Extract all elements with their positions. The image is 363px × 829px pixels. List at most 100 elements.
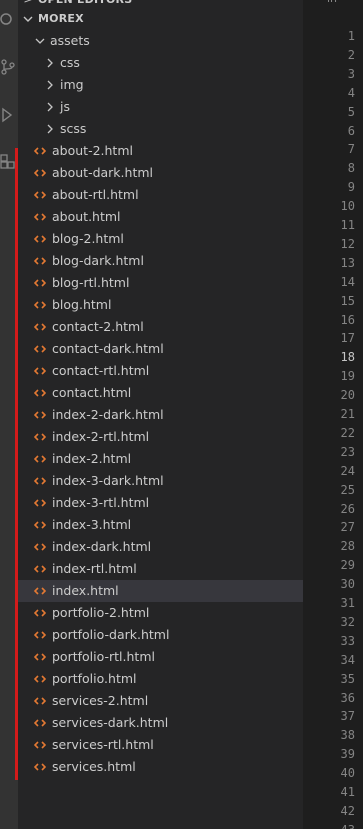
line-number: 11 [340, 218, 355, 232]
line-number: 27 [340, 520, 355, 535]
tree-file[interactable]: services-rtl.html [18, 734, 303, 756]
tree-folder[interactable]: css [18, 52, 303, 74]
tree-file-label: index-rtl.html [52, 561, 137, 576]
tree-file-label: contact-2.html [52, 319, 144, 334]
tree-file-label: blog-rtl.html [52, 275, 130, 290]
line-number: 41 [340, 785, 355, 799]
line-number: 37 [340, 709, 355, 724]
tree-file[interactable]: blog-dark.html [18, 250, 303, 272]
tree-file[interactable]: index-rtl.html [18, 558, 303, 580]
run-debug-icon[interactable] [0, 104, 18, 126]
line-number: 4 [347, 85, 355, 100]
tree-file[interactable]: services.html [18, 756, 303, 778]
line-number: 24 [340, 463, 355, 478]
line-number: 34 [340, 652, 355, 667]
tree-folder[interactable]: assets [18, 30, 303, 52]
line-number: 32 [340, 614, 355, 629]
tree-folder-label: img [60, 77, 84, 92]
tree-file[interactable]: about.html [18, 206, 303, 228]
search-icon[interactable] [0, 8, 18, 30]
tree-file-label: blog.html [52, 297, 112, 312]
tree-file-label: index-2-dark.html [52, 407, 164, 422]
tree-file[interactable]: portfolio-rtl.html [18, 646, 303, 668]
tree-file[interactable]: contact-dark.html [18, 338, 303, 360]
tree-file-label: contact.html [52, 385, 132, 400]
line-number: 25 [340, 482, 355, 497]
chevron-down-icon [34, 30, 46, 52]
tree-file[interactable]: index-3.html [18, 514, 303, 536]
tree-file[interactable]: blog-rtl.html [18, 272, 303, 294]
line-number: 5 [347, 104, 355, 119]
tree-file[interactable]: contact.html [18, 382, 303, 404]
tree-file-label: services-2.html [52, 693, 149, 708]
chevron-down-icon [22, 8, 34, 30]
tree-file-label: about.html [52, 209, 121, 224]
line-number: 33 [340, 633, 355, 648]
line-number: 30 [340, 577, 355, 592]
tree-file-label: about-2.html [52, 143, 133, 158]
tree-file-label: services-dark.html [52, 715, 169, 730]
line-number: 39 [340, 747, 355, 762]
line-number: 7 [347, 142, 355, 157]
tree-file-label: blog-dark.html [52, 253, 144, 268]
line-number: 26 [340, 501, 355, 516]
tree-file[interactable]: index.html [18, 580, 303, 602]
tree-file-label: services-rtl.html [52, 737, 154, 752]
tree-file[interactable]: index-3-rtl.html [18, 492, 303, 514]
tree-file-label: services.html [52, 759, 136, 774]
tree-folder[interactable]: js [18, 96, 303, 118]
tree-file-label: contact-dark.html [52, 341, 164, 356]
tree-folder[interactable]: img [18, 74, 303, 96]
tree-file[interactable]: services-dark.html [18, 712, 303, 734]
line-number: 14 [340, 274, 355, 289]
tree-file-label: index-3-dark.html [52, 473, 164, 488]
line-number: 19 [340, 369, 355, 384]
line-number: 10 [340, 199, 355, 214]
explorer-sidebar: > OPEN EDITORS MOREX assetscssimgjsscssa… [18, 0, 303, 829]
line-number: 22 [340, 425, 355, 440]
tree-file-label: about-dark.html [52, 165, 153, 180]
line-number: 6 [347, 123, 355, 138]
line-number: 16 [340, 312, 355, 327]
line-number: 8 [347, 161, 355, 176]
editor-tab-label[interactable]: in [327, 0, 337, 5]
tree-file-label: index-2-rtl.html [52, 429, 150, 444]
tree-file-label: index-2.html [52, 451, 132, 466]
tree-file[interactable]: about-dark.html [18, 162, 303, 184]
tree-file[interactable]: portfolio-2.html [18, 602, 303, 624]
tree-file-label: about-rtl.html [52, 187, 139, 202]
tree-file[interactable]: index-3-dark.html [18, 470, 303, 492]
tree-file-label: index.html [52, 583, 119, 598]
project-header[interactable]: MOREX [18, 8, 303, 30]
tree-file[interactable]: portfolio.html [18, 668, 303, 690]
line-number: 38 [340, 728, 355, 743]
tree-folder-label: scss [60, 121, 87, 136]
tree-folder-label: css [60, 55, 80, 70]
tree-file[interactable]: contact-rtl.html [18, 360, 303, 382]
tree-file[interactable]: about-rtl.html [18, 184, 303, 206]
tree-file-label: blog-2.html [52, 231, 124, 246]
line-number: 3 [347, 66, 355, 81]
line-number: 13 [340, 255, 355, 270]
line-number: 29 [340, 558, 355, 573]
source-control-icon[interactable] [0, 56, 18, 78]
line-number: 42 [340, 803, 355, 818]
chevron-right-icon [44, 118, 56, 140]
tree-file-label: index-dark.html [52, 539, 152, 554]
project-title: MOREX [38, 12, 84, 25]
tree-file[interactable]: blog.html [18, 294, 303, 316]
tree-file[interactable]: index-dark.html [18, 536, 303, 558]
line-number: 23 [340, 444, 355, 459]
tree-file[interactable]: index-2.html [18, 448, 303, 470]
tree-file[interactable]: index-2-rtl.html [18, 426, 303, 448]
tree-folder[interactable]: scss [18, 118, 303, 140]
chevron-right-icon [44, 96, 56, 118]
tree-file[interactable]: about-2.html [18, 140, 303, 162]
tree-file[interactable]: blog-2.html [18, 228, 303, 250]
red-annotation-line [15, 148, 18, 780]
tree-file[interactable]: services-2.html [18, 690, 303, 712]
tree-file[interactable]: index-2-dark.html [18, 404, 303, 426]
tree-file[interactable]: contact-2.html [18, 316, 303, 338]
line-number: 20 [340, 388, 355, 403]
tree-file[interactable]: portfolio-dark.html [18, 624, 303, 646]
